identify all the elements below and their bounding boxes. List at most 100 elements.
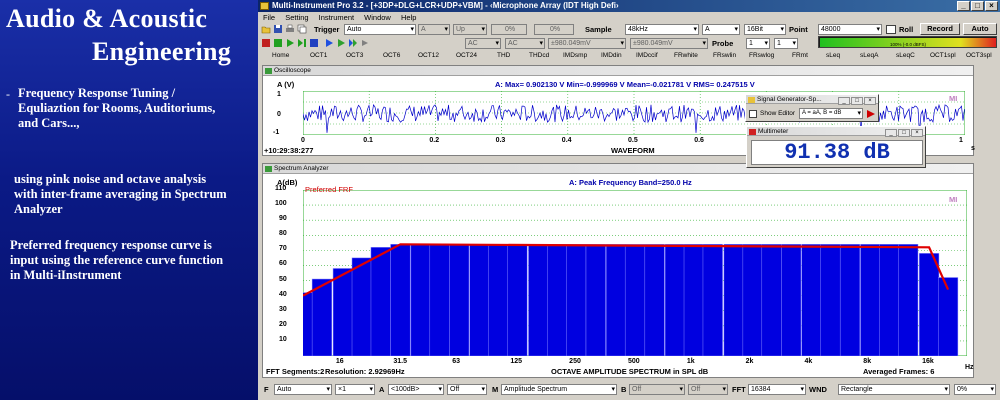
save-icon[interactable]: [273, 24, 283, 34]
trigger-level-field[interactable]: 0%: [491, 24, 527, 35]
frequency-scale-select[interactable]: Auto: [274, 384, 332, 395]
generator-play-icon[interactable]: [866, 109, 876, 119]
coupling-b-select[interactable]: AC: [505, 38, 545, 49]
roll-checkbox[interactable]: [886, 25, 896, 34]
generator-expression-select[interactable]: A = aA, B = dB: [799, 108, 863, 119]
slide-text-panel: Audio & Acoustic Engineering - Frequency…: [0, 0, 258, 400]
window-function-select[interactable]: Rectangle: [838, 384, 950, 395]
settings-arrow-icon[interactable]: [360, 38, 370, 48]
b-offset-select[interactable]: Off: [688, 384, 728, 395]
trigger-delay-field[interactable]: 0%: [534, 24, 574, 35]
probe-b-select[interactable]: 1: [774, 38, 798, 49]
nav-oct1spl[interactable]: OCT1spl: [930, 50, 956, 62]
nav-sleqa[interactable]: sLeqA: [860, 50, 878, 62]
probe-a-select[interactable]: 1: [746, 38, 770, 49]
nav-frmt[interactable]: FRmt: [792, 50, 808, 62]
spectrum-bar: [801, 244, 822, 356]
amplitude-range-select[interactable]: <100dB>: [388, 384, 444, 395]
mode-select[interactable]: Amplitude Spectrum: [501, 384, 617, 395]
channel-b-icon[interactable]: [336, 38, 346, 48]
trigger-edge-select[interactable]: Up: [453, 24, 487, 35]
signal-generator-window: Signal Generator-Sp... _ □ × Show Editor A…: [745, 94, 879, 122]
nav-oct3spl[interactable]: OCT3spl: [966, 50, 992, 62]
channel-ab-icon[interactable]: [348, 38, 358, 48]
nav-sleq[interactable]: sLeq: [826, 50, 840, 62]
sg-close-icon[interactable]: ×: [864, 97, 876, 105]
menu-help[interactable]: Help: [401, 12, 416, 23]
nav-oct24[interactable]: OCT24: [456, 50, 477, 62]
mm-maximize-icon[interactable]: □: [898, 129, 910, 137]
para3-line3: in Multi-iInstrument: [10, 268, 122, 282]
print-icon[interactable]: [285, 24, 295, 34]
stop-icon[interactable]: [309, 38, 319, 48]
para2-line3: Analyzer: [14, 202, 63, 216]
nav-imdccif[interactable]: IMDccif: [636, 50, 658, 62]
points-select[interactable]: 48000: [818, 24, 882, 35]
nav-frwhite[interactable]: FRwhite: [674, 50, 698, 62]
nav-sleqc[interactable]: sLeqC: [896, 50, 915, 62]
auto-button[interactable]: Auto: [963, 23, 997, 35]
bit-depth-select[interactable]: 16Bit: [744, 24, 786, 35]
signal-generator-icon: [748, 97, 755, 103]
mm-close-icon[interactable]: ×: [911, 129, 923, 137]
run-icon[interactable]: [285, 38, 295, 48]
nav-oct1[interactable]: OCT1: [310, 50, 327, 62]
menu-instrument[interactable]: Instrument: [319, 12, 354, 23]
nav-imdsmp[interactable]: IMDsmp: [563, 50, 587, 62]
close-icon[interactable]: ×: [985, 1, 998, 11]
minimize-icon[interactable]: _: [957, 1, 970, 11]
b-label: B: [621, 385, 627, 394]
f-label: F: [264, 385, 269, 394]
mm-minimize-icon[interactable]: _: [885, 129, 897, 137]
trigger-channel-select[interactable]: A: [418, 24, 450, 35]
spectrum-bar: [585, 244, 606, 356]
copy-icon[interactable]: [297, 24, 307, 34]
nav-oct3[interactable]: OCT3: [346, 50, 363, 62]
maximize-icon[interactable]: □: [971, 1, 984, 11]
nav-frswlog[interactable]: FRswlog: [749, 50, 774, 62]
overlap-select[interactable]: 0%: [954, 384, 996, 395]
generator-icon[interactable]: [261, 38, 271, 48]
nav-oct6[interactable]: OCT6: [383, 50, 400, 62]
sg-minimize-icon[interactable]: _: [838, 97, 850, 105]
multimeter-titlebar: Multimeter _ □ ×: [747, 127, 925, 137]
zoom-multiplier-select[interactable]: ×1: [335, 384, 375, 395]
coupling-a-select[interactable]: AC: [465, 38, 501, 49]
spec-xtick: 125: [510, 358, 523, 365]
m-label: M: [492, 385, 499, 394]
spec-ytick: 50: [279, 275, 287, 283]
menu-bar: File Setting Instrument Window Help: [258, 12, 1000, 23]
open-icon[interactable]: [261, 24, 271, 34]
menu-window[interactable]: Window: [364, 12, 391, 23]
nav-home[interactable]: Home: [272, 50, 289, 62]
sg-maximize-icon[interactable]: □: [851, 97, 863, 105]
show-editor-checkbox[interactable]: [749, 110, 757, 118]
spectrum-title: Spectrum Analyzer: [274, 165, 329, 172]
nav-thd[interactable]: THD: [497, 50, 510, 62]
sample-rate-select[interactable]: 48kHz: [625, 24, 699, 35]
range-b-select[interactable]: ±980.049mV: [630, 38, 708, 49]
menu-file[interactable]: File: [263, 12, 275, 23]
channel-a-icon[interactable]: [324, 38, 334, 48]
osc-xtick: 1: [959, 137, 963, 144]
record-button[interactable]: Record: [920, 23, 960, 35]
spectrum-bar: [449, 244, 470, 356]
nav-oct12[interactable]: OCT12: [418, 50, 439, 62]
osc-ytick-mid: 0: [277, 111, 281, 118]
fft-size-select[interactable]: 16384: [748, 384, 806, 395]
menu-setting[interactable]: Setting: [285, 12, 308, 23]
trigger-mode-select[interactable]: Auto: [344, 24, 416, 35]
spectrum-bar: [390, 244, 411, 356]
nav-frswlin[interactable]: FRswlin: [713, 50, 736, 62]
run-once-icon[interactable]: [297, 38, 307, 48]
a-offset-select[interactable]: Off: [447, 384, 487, 395]
spectrum-bar: [723, 244, 744, 356]
spectrum-plot[interactable]: [303, 190, 967, 356]
spec-xtick: 2k: [745, 358, 754, 365]
nav-thdcd[interactable]: THDcd: [529, 50, 549, 62]
nav-imddin[interactable]: IMDdin: [601, 50, 622, 62]
b-range-select[interactable]: Off: [629, 384, 685, 395]
sample-channel-select[interactable]: A: [702, 24, 740, 35]
range-a-select[interactable]: ±980.049mV: [548, 38, 626, 49]
run-continuous-icon[interactable]: [273, 38, 283, 48]
